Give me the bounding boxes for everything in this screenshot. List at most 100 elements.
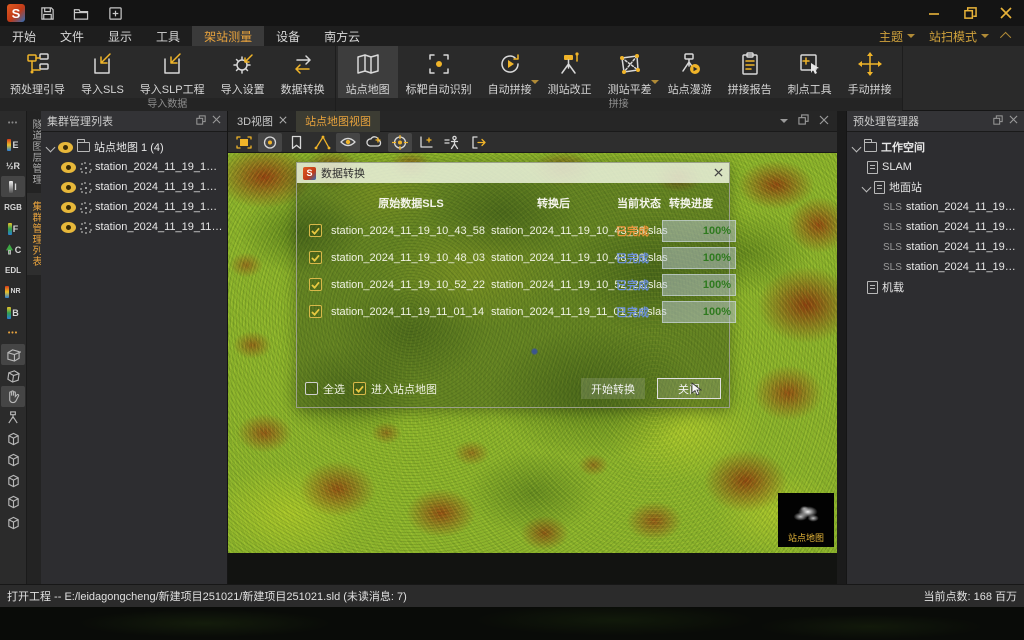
tool-import-settings[interactable]: 导入设置 <box>213 46 273 98</box>
visibility-eye-icon[interactable] <box>61 162 76 173</box>
intensity-mode-button[interactable]: I <box>1 176 25 197</box>
collapse-ribbon-button[interactable] <box>998 32 1016 40</box>
close-tab-icon[interactable] <box>279 115 287 127</box>
save-icon[interactable] <box>35 3 59 23</box>
station-row[interactable]: station_2024_11_19_10_4... <box>45 177 223 197</box>
enter-site-map-checkbox[interactable]: 进入站点地图 <box>353 381 437 397</box>
minimize-button[interactable] <box>916 0 952 26</box>
menu-start[interactable]: 开始 <box>0 26 48 46</box>
row-checkbox[interactable] <box>309 305 322 318</box>
menu-tools[interactable]: 工具 <box>144 26 192 46</box>
dialog-title-bar[interactable]: S 数据转换 <box>297 163 729 183</box>
expander-icon[interactable] <box>46 142 56 152</box>
dialog-close-icon[interactable] <box>714 164 723 182</box>
menu-file[interactable]: 文件 <box>48 26 96 46</box>
measure-angle-tool[interactable] <box>310 133 334 152</box>
station-view-tool[interactable] <box>1 407 25 428</box>
restore-button[interactable] <box>952 0 988 26</box>
expander-icon[interactable] <box>852 142 862 152</box>
cube-view-tool-5[interactable] <box>1 512 25 533</box>
close-button[interactable] <box>988 0 1024 26</box>
dropdown-caret-icon[interactable] <box>531 80 539 84</box>
new-file-icon[interactable] <box>103 3 127 23</box>
cube-view-tool-1[interactable] <box>1 428 25 449</box>
airborne-row[interactable]: 机载 <box>851 277 1020 297</box>
cube-view-tool-3[interactable] <box>1 470 25 491</box>
dropdown-caret-icon[interactable] <box>651 80 659 84</box>
polygon-select-tool[interactable] <box>1 365 25 386</box>
menu-display[interactable]: 显示 <box>96 26 144 46</box>
sls-station-row[interactable]: SLSstation_2024_11_19_11_01_... <box>851 257 1020 277</box>
close-view-icon[interactable] <box>819 115 829 128</box>
sls-station-row[interactable]: SLSstation_2024_11_19_10_48_... <box>851 217 1020 237</box>
cube-view-tool-4[interactable] <box>1 491 25 512</box>
ground-station-row[interactable]: 地面站 <box>851 177 1020 197</box>
classify-mode-button[interactable]: C <box>1 239 25 260</box>
strip-drag-handle[interactable]: ••• <box>1 113 25 134</box>
station-row[interactable]: station_2024_11_19_10_4... <box>45 157 223 177</box>
tool-target-auto-detect[interactable]: 标靶自动识别 <box>398 46 480 98</box>
workspace-row[interactable]: 工作空间 <box>851 137 1020 157</box>
tool-pick-point[interactable]: 刺点工具 <box>780 46 840 98</box>
add-target-tool[interactable] <box>388 133 412 152</box>
theme-selector[interactable]: 主题 <box>874 28 920 45</box>
panel-splitter[interactable] <box>837 111 846 584</box>
tool-data-convert[interactable]: 数据转换 <box>273 46 333 98</box>
row-checkbox[interactable] <box>309 251 322 264</box>
tool-preprocess-guide[interactable]: 预处理引导 <box>2 46 73 98</box>
roam-walk-tool[interactable] <box>440 133 464 152</box>
station-row[interactable]: station_2024_11_19_11_0... <box>45 217 223 237</box>
visibility-eye-icon[interactable] <box>61 202 76 213</box>
float-panel-icon[interactable] <box>196 115 206 128</box>
tab-3d-view[interactable]: 3D视图 <box>228 111 296 132</box>
rect-select-tool[interactable] <box>232 133 256 152</box>
elevation-mode-button[interactable]: E <box>1 134 25 155</box>
slam-row[interactable]: SLAM <box>851 157 1020 177</box>
tab-list-caret-icon[interactable] <box>780 119 788 123</box>
start-convert-button[interactable]: 开始转换 <box>581 378 645 399</box>
row-checkbox[interactable] <box>309 224 322 237</box>
open-folder-icon[interactable] <box>69 3 93 23</box>
tool-import-sls[interactable]: 导入SLS <box>73 46 132 98</box>
scan-mode-selector[interactable]: 站扫模式 <box>924 28 994 45</box>
expander-icon[interactable] <box>862 182 872 192</box>
close-panel-icon[interactable] <box>212 115 221 128</box>
pan-tool[interactable] <box>1 386 25 407</box>
fusion-mode-button[interactable]: F <box>1 218 25 239</box>
cube-view-tool-2[interactable] <box>1 449 25 470</box>
box-select-tool[interactable] <box>1 344 25 365</box>
float-panel-icon[interactable] <box>993 115 1003 128</box>
menu-device[interactable]: 设备 <box>264 26 312 46</box>
sls-station-row[interactable]: SLSstation_2024_11_19_10_52_... <box>851 237 1020 257</box>
ratio-mode-button[interactable]: ½R <box>1 155 25 176</box>
menu-station-survey[interactable]: 架站测量 <box>192 26 264 46</box>
view-region-tool[interactable] <box>336 133 360 152</box>
rgb-mode-button[interactable]: RGB <box>1 197 25 218</box>
add-axis-tool[interactable] <box>414 133 438 152</box>
tool-import-slp[interactable]: 导入SLP工程 <box>132 46 213 98</box>
minimap[interactable]: 站点地图 <box>778 493 834 547</box>
point-cloud-canvas[interactable]: S 数据转换 原始数据SLS 转换后 当前状态 转换进度 <box>228 153 837 553</box>
row-checkbox[interactable] <box>309 278 322 291</box>
station-row[interactable]: station_2024_11_19_10_5... <box>45 197 223 217</box>
add-cloud-tool[interactable] <box>362 133 386 152</box>
visibility-eye-icon[interactable] <box>58 142 73 153</box>
tab-site-map-view[interactable]: 站点地图视图 <box>296 111 380 132</box>
tree-root-row[interactable]: 站点地图 1 (4) <box>45 137 223 157</box>
circle-select-tool[interactable] <box>258 133 282 152</box>
blend-mode-button[interactable]: B <box>1 302 25 323</box>
tool-manual-stitch[interactable]: 手动拼接 <box>840 46 900 98</box>
visibility-eye-icon[interactable] <box>61 182 76 193</box>
tool-station-correct[interactable]: 测站改正 <box>540 46 600 98</box>
visibility-eye-icon[interactable] <box>61 222 76 233</box>
edl-mode-button[interactable]: EDL <box>1 260 25 281</box>
select-all-checkbox[interactable]: 全选 <box>305 381 345 397</box>
sls-station-row[interactable]: SLSstation_2024_11_19_10_43_... <box>851 197 1020 217</box>
close-panel-icon[interactable] <box>1009 115 1018 128</box>
tool-site-roam[interactable]: 站点漫游 <box>660 46 720 98</box>
export-view-tool[interactable] <box>466 133 490 152</box>
tool-station-adjust[interactable]: 测站平差 <box>600 46 660 98</box>
tool-auto-stitch[interactable]: 自动拼接 <box>480 46 540 98</box>
normal-mode-button[interactable]: NR <box>1 281 25 302</box>
tool-site-map[interactable]: 站点地图 <box>338 46 398 98</box>
